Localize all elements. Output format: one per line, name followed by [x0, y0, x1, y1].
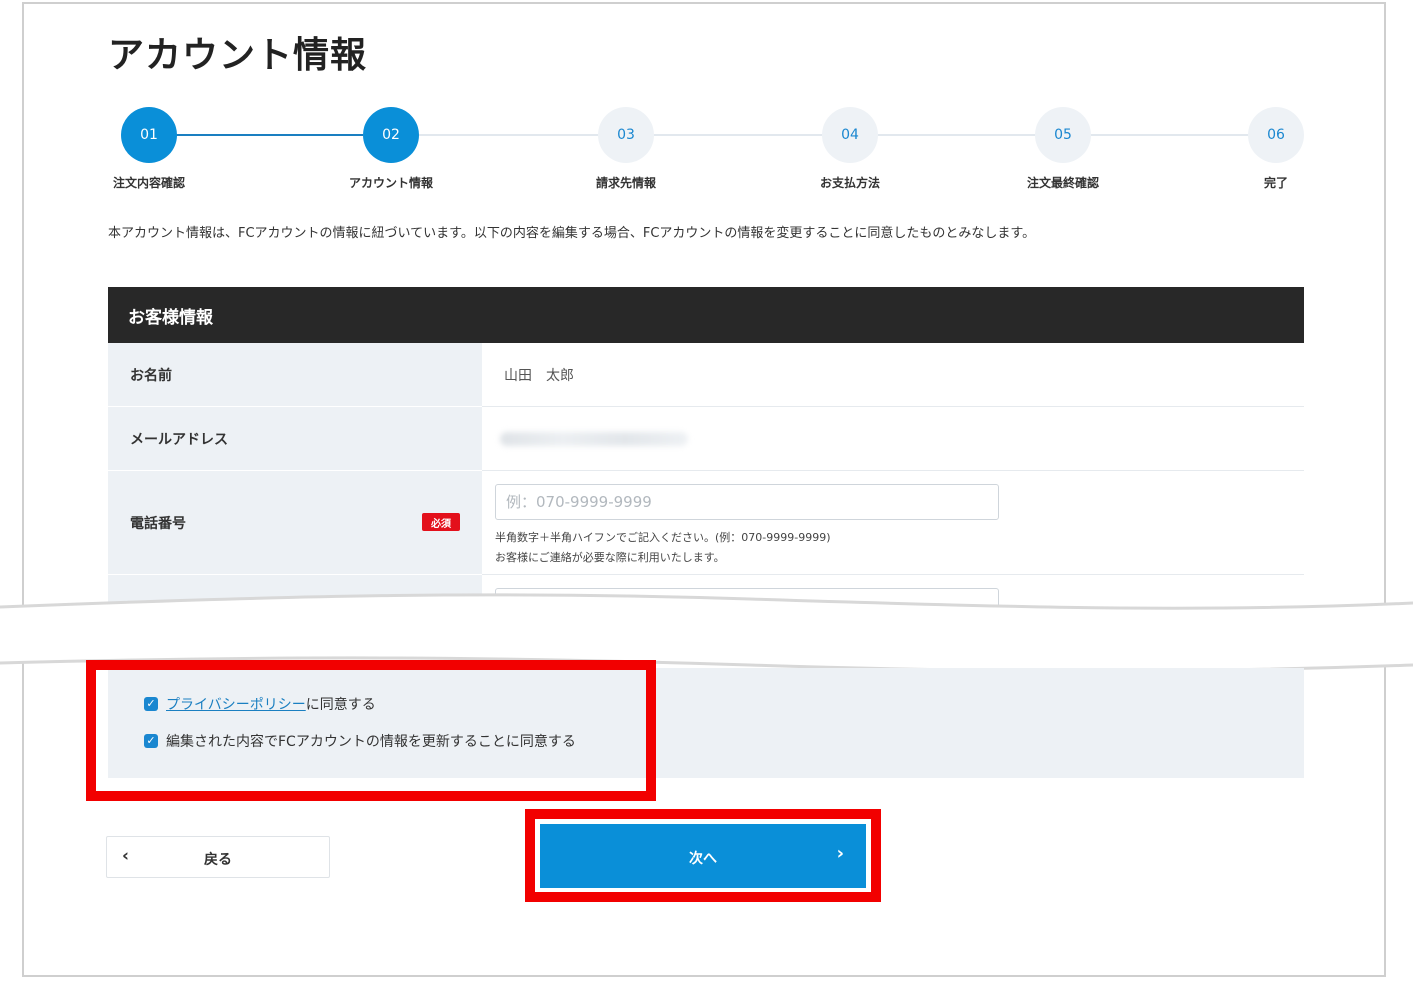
- email-row: メールアドレス: [108, 407, 1304, 471]
- step-2-label: アカウント情報: [348, 176, 433, 190]
- agreement-highlight: [86, 660, 656, 801]
- name-value: 山田 太郎: [504, 367, 574, 384]
- phone-label-cell: 電話番号 必須: [108, 471, 482, 575]
- step-connector-3: [654, 134, 822, 136]
- step-4-label: お支払方法: [819, 176, 880, 190]
- name-value-cell: 山田 太郎: [482, 343, 1304, 407]
- account-notice: 本アカウント情報は、FCアカウントの情報に紐づいています。以下の内容を編集する場…: [108, 226, 1036, 241]
- step-6-circle: 06: [1248, 107, 1304, 163]
- step-1-label: 注文内容確認: [112, 176, 185, 190]
- step-connector-5: [1091, 134, 1248, 136]
- back-button[interactable]: ‹ 戻る: [106, 836, 330, 878]
- step-5-label: 注文最終確認: [1026, 176, 1099, 190]
- required-badge: 必須: [422, 513, 460, 531]
- phone-value-cell: 半角数字＋半角ハイフンでご記入ください。(例：070-9999-9999) お客…: [482, 471, 1304, 575]
- email-value-cell: [482, 407, 1304, 471]
- next-button-highlight: [525, 809, 881, 902]
- email-label: メールアドレス: [108, 407, 482, 471]
- phone-row: 電話番号 必須 半角数字＋半角ハイフンでご記入ください。(例：070-9999-…: [108, 471, 1304, 575]
- step-3-label: 請求先情報: [595, 176, 656, 190]
- back-button-label: 戻る: [204, 852, 232, 868]
- step-connector-1: [176, 134, 363, 136]
- step-connector-2: [419, 134, 598, 136]
- step-3-circle: 03: [598, 107, 654, 163]
- step-4-circle: 04: [822, 107, 878, 163]
- step-2-circle: 02: [363, 107, 419, 163]
- phone-label: 電話番号: [130, 515, 186, 532]
- email-value-blurred: [500, 432, 688, 446]
- name-row: お名前 山田 太郎: [108, 343, 1304, 407]
- phone-input[interactable]: [495, 484, 999, 520]
- name-label: お名前: [108, 343, 482, 407]
- phone-hint-format: 半角数字＋半角ハイフンでご記入ください。(例：070-9999-9999): [495, 531, 831, 544]
- step-5-circle: 05: [1035, 107, 1091, 163]
- step-1-circle: 01: [121, 107, 177, 163]
- phone-hint-usage: お客様にご連絡が必要な際に利用いたします。: [495, 551, 725, 564]
- step-connector-4: [878, 134, 1035, 136]
- customer-info-heading: お客様情報: [108, 287, 1304, 343]
- step-6-label: 完了: [1263, 176, 1288, 190]
- page-title: アカウント情報: [108, 35, 368, 76]
